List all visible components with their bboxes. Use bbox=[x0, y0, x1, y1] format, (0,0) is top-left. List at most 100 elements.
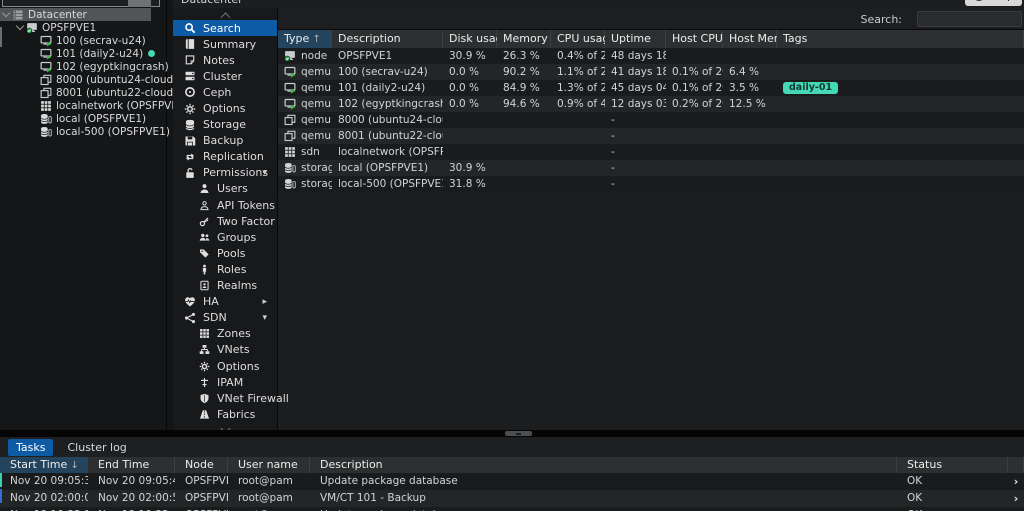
table-row[interactable]: qemu 102 (egyptkingcrash) 0.0 % 94.6 % 0.9% … bbox=[278, 96, 1024, 112]
table-row[interactable]: storage local-500 (OPSFPVE1) 31.8 % - bbox=[278, 176, 1024, 192]
cpu-usage-cell bbox=[551, 112, 605, 128]
menu-item-realms[interactable]: Realms bbox=[173, 278, 277, 294]
chevron-down-icon[interactable] bbox=[15, 21, 25, 31]
tree-item-102[interactable]: 102 (egyptkingcrash) bbox=[0, 60, 169, 73]
menu-item-label: Storage bbox=[203, 118, 247, 132]
menu-item-backup[interactable]: Backup bbox=[173, 133, 277, 149]
key-icon bbox=[199, 216, 210, 227]
table-row[interactable]: storage local (OPSFPVE1) 30.9 % - bbox=[278, 160, 1024, 176]
tree-item-localnetwork[interactable]: localnetwork (OPSFPVE1) bbox=[0, 99, 189, 112]
menu-item-pools[interactable]: Pools bbox=[173, 245, 277, 261]
task-row[interactable]: Nov 20 09:05:39 Nov 20 09:05:40 OPSFPVE1 ro… bbox=[0, 473, 1024, 490]
column-header-host-cpu-[interactable]: Host CPU ... bbox=[666, 30, 723, 48]
menu-item-ceph[interactable]: Ceph bbox=[173, 84, 277, 100]
search-input[interactable] bbox=[917, 11, 1022, 27]
column-header-type[interactable]: Type ↑ bbox=[278, 30, 332, 48]
horizontal-splitter[interactable] bbox=[0, 430, 1024, 437]
table-row[interactable]: node OPSFPVE1 30.9 % 26.3 % 0.4% of 20 ... 48… bbox=[278, 48, 1024, 64]
cpu-usage-cell bbox=[551, 128, 605, 144]
menu-scroll-up[interactable] bbox=[173, 8, 277, 22]
task-row[interactable]: Nov 20 02:00:00 Nov 20 02:00:58 OPSFPVE1 ro… bbox=[0, 490, 1024, 507]
column-header-description[interactable]: Description bbox=[310, 457, 897, 473]
column-header-tags[interactable]: Tags bbox=[777, 30, 1024, 48]
splitter-handle[interactable] bbox=[505, 431, 532, 436]
disk-usage-cell: 30.9 % bbox=[449, 50, 486, 62]
menu-item-roles[interactable]: Roles bbox=[173, 261, 277, 277]
user-name-cell: root@pam bbox=[238, 475, 293, 487]
column-header-end-time[interactable]: End Time bbox=[88, 457, 175, 473]
caret-down-icon[interactable]: ▾ bbox=[262, 168, 267, 178]
tree-item-local-500[interactable]: local-500 (OPSFPVE1) bbox=[0, 125, 170, 138]
replication-icon bbox=[184, 151, 196, 163]
cpu-usage-cell: 1.3% of 2 ... bbox=[557, 82, 605, 94]
menu-item-summary[interactable]: Summary bbox=[173, 36, 277, 52]
menu-item-cluster[interactable]: Cluster bbox=[173, 68, 277, 84]
host-mem-cell: 6.4 % bbox=[729, 66, 760, 78]
chevron-down-icon[interactable] bbox=[1, 8, 11, 18]
menu-item-groups[interactable]: Groups bbox=[173, 229, 277, 245]
tree-item-datacenter[interactable]: Datacenter bbox=[0, 8, 151, 21]
table-row[interactable]: qemu 100 (secrav-u24) 0.0 % 90.2 % 1.1% of 2… bbox=[278, 64, 1024, 80]
row-expand-chevron-icon[interactable]: › bbox=[1008, 490, 1024, 507]
tree-item-opsfpve1[interactable]: OPSFPVE1 bbox=[0, 21, 167, 34]
type-label: qemu bbox=[301, 98, 332, 110]
column-header-start-time[interactable]: Start Time ↓ bbox=[0, 457, 88, 473]
table-row[interactable]: qemu 8000 (ubuntu24-cloud) - bbox=[278, 112, 1024, 128]
caret-right-icon[interactable]: ▸ bbox=[262, 297, 267, 307]
host-mem-cell: 3.5 % bbox=[729, 82, 760, 94]
menu-item-options[interactable]: Options bbox=[173, 100, 277, 116]
table-row[interactable]: sdn localnetwork (OPSFPVE1) - bbox=[278, 144, 1024, 160]
column-header-user-name[interactable]: User name bbox=[228, 457, 310, 473]
menu-item-two-factor[interactable]: Two Factor bbox=[173, 213, 277, 229]
column-header-host-mem-[interactable]: Host Mem... bbox=[723, 30, 777, 48]
menu-item-fabrics[interactable]: Fabrics bbox=[173, 406, 277, 422]
menu-item-ipam[interactable]: IPAM bbox=[173, 374, 277, 390]
menu-item-replication[interactable]: Replication bbox=[173, 149, 277, 165]
menu-item-sdn[interactable]: SDN ▾ bbox=[173, 310, 277, 326]
tab-tasks[interactable]: Tasks bbox=[8, 438, 54, 456]
tab-cluster-log[interactable]: Cluster log bbox=[59, 439, 134, 456]
tree-item-8001[interactable]: 8001 (ubuntu22-cloud) bbox=[0, 86, 177, 99]
menu-item-vnet-firewall[interactable]: VNet Firewall bbox=[173, 390, 289, 406]
menu-item-search[interactable]: Search bbox=[173, 20, 277, 37]
row-expand-chevron-icon[interactable]: › bbox=[1008, 507, 1024, 511]
menu-item-label: Groups bbox=[217, 230, 257, 244]
view-selector-button-remnant[interactable] bbox=[128, 0, 151, 7]
tree-item-100[interactable]: 100 (secrav-u24) bbox=[0, 34, 167, 47]
disk-usage-cell bbox=[443, 128, 497, 144]
column-header-description[interactable]: Description bbox=[332, 30, 443, 48]
column-header-status[interactable]: Status bbox=[897, 457, 1008, 473]
menu-item-ha[interactable]: HA ▸ bbox=[173, 294, 277, 310]
column-header-cpu-usage[interactable]: CPU usage bbox=[551, 30, 605, 48]
menu-item-zones[interactable]: Zones bbox=[173, 326, 277, 342]
type-label: node bbox=[301, 50, 328, 62]
row-expand-chevron-icon[interactable]: › bbox=[1008, 473, 1024, 490]
menu-item-permissions[interactable]: Permissions ▾ bbox=[173, 165, 277, 181]
menu-item-vnets[interactable]: VNets bbox=[173, 342, 277, 358]
table-row[interactable]: qemu 8001 (ubuntu22-cloud) - bbox=[278, 128, 1024, 144]
menu-item-storage[interactable]: Storage bbox=[173, 117, 277, 133]
tree-item-local[interactable]: local (OPSFPVE1) bbox=[0, 112, 167, 125]
tags-cell bbox=[777, 96, 1024, 112]
menu-item-options[interactable]: Options bbox=[173, 358, 277, 374]
table-row[interactable]: qemu 101 (daily2-u24) 0.0 % 84.9 % 1.3% of 2… bbox=[278, 80, 1024, 96]
column-header-node[interactable]: Node bbox=[175, 457, 228, 473]
column-header-memory-us-[interactable]: Memory us... bbox=[497, 30, 551, 48]
menu-item-label: Options bbox=[203, 102, 246, 116]
column-header-disk-usage-[interactable]: Disk usage... bbox=[443, 30, 497, 48]
tree-item-8000[interactable]: 8000 (ubuntu24-cloud) bbox=[0, 73, 177, 86]
menu-item-users[interactable]: Users bbox=[173, 181, 277, 197]
menu-item-notes[interactable]: Notes bbox=[173, 52, 277, 68]
tree-item-label: 102 (egyptkingcrash) bbox=[56, 60, 169, 73]
caret-down-icon[interactable]: ▾ bbox=[262, 313, 267, 323]
storage-icon bbox=[40, 126, 52, 138]
menu-item-api-tokens[interactable]: API Tokens bbox=[173, 197, 277, 213]
tree-item-101[interactable]: 101 (daily2-u24) bbox=[0, 47, 167, 60]
task-row[interactable]: Nov 19 10:32:39Nov 19 10:32:40OPSFPVE1ro… bbox=[0, 507, 1024, 511]
column-header-uptime[interactable]: Uptime bbox=[605, 30, 666, 48]
type-cell: storage bbox=[278, 160, 332, 176]
menu-item-label: Users bbox=[217, 182, 248, 196]
start-time-cell: Nov 19 10:32:39 bbox=[0, 507, 88, 511]
help-button[interactable]: ? Help bbox=[964, 0, 1022, 6]
node-cell: OPSFPVE1 bbox=[185, 475, 228, 487]
